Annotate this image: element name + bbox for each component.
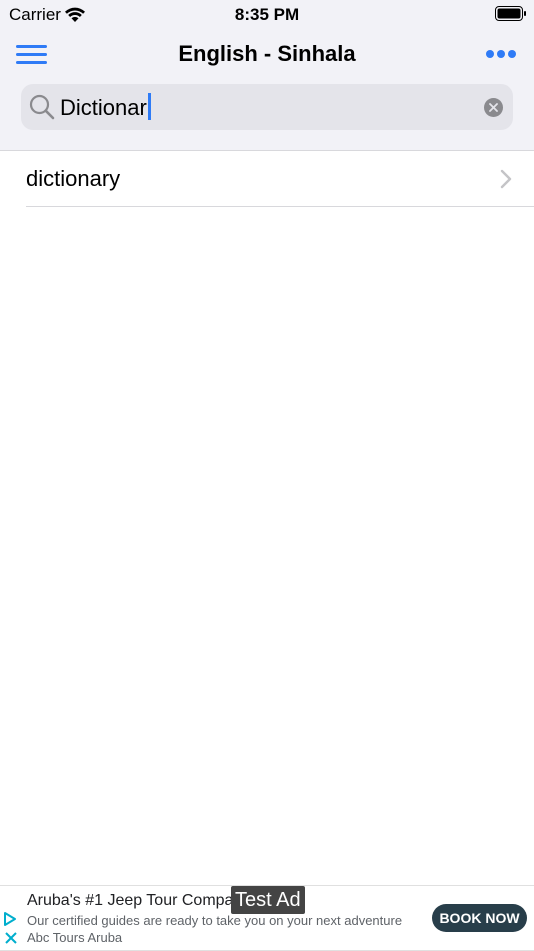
- ad-banner[interactable]: Aruba's #1 Jeep Tour Compar Our certifie…: [0, 885, 534, 951]
- search-input-value: Dictionar: [60, 95, 147, 120]
- more-horizontal-icon[interactable]: [484, 50, 518, 60]
- navigation-bar: English - Sinhala Dictionar: [0, 30, 534, 151]
- ad-title[interactable]: Aruba's #1 Jeep Tour Compar: [27, 892, 239, 910]
- page-title: English - Sinhala: [178, 41, 356, 66]
- search-bar[interactable]: Dictionar: [21, 84, 513, 130]
- test-ad-badge: Test Ad: [231, 886, 305, 914]
- chevron-right-icon: [500, 169, 512, 189]
- clear-icon[interactable]: [484, 98, 503, 117]
- list-item-label: dictionary: [26, 166, 121, 191]
- results-list: dictionary: [0, 151, 534, 207]
- search-input[interactable]: Dictionar: [60, 93, 151, 121]
- close-icon[interactable]: [5, 932, 17, 944]
- battery-icon: [495, 6, 526, 21]
- row-divider: [26, 206, 534, 207]
- status-time: 8:35 PM: [234, 5, 300, 24]
- ad-description: Our certified guides are ready to take y…: [27, 913, 403, 945]
- ad-choices-icon[interactable]: [3, 911, 17, 927]
- search-icon: [29, 94, 55, 120]
- status-bar: Carrier 8:35 PM: [0, 0, 534, 30]
- list-item[interactable]: dictionary: [0, 151, 534, 207]
- text-caret: [147, 93, 151, 120]
- book-now-button[interactable]: BOOK NOW: [432, 904, 527, 932]
